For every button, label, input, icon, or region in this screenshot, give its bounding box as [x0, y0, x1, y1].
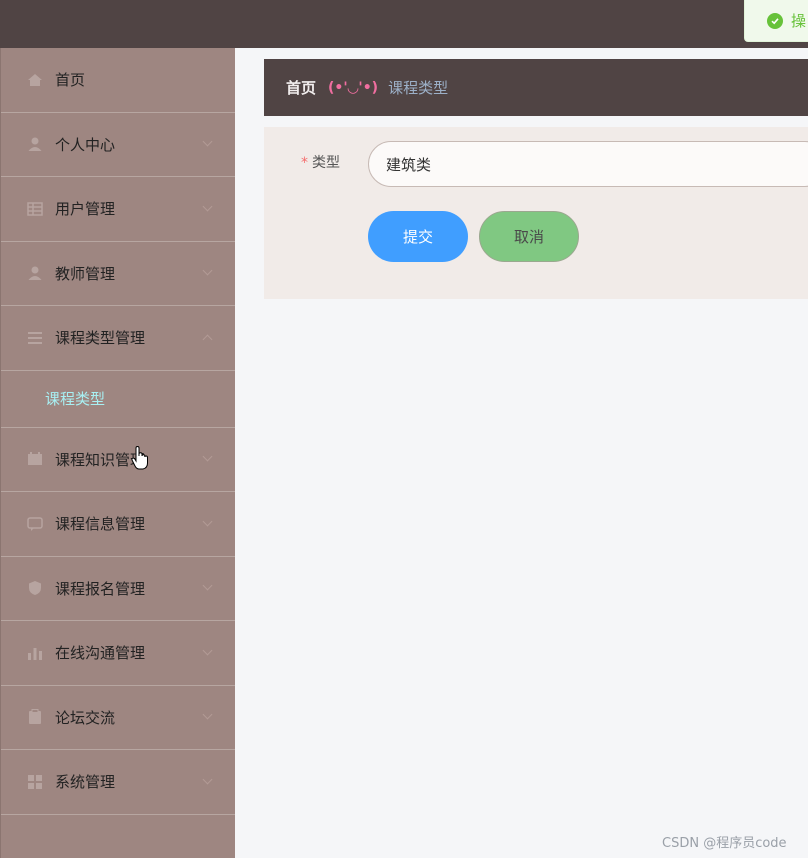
sidebar-item-label: 首页: [55, 71, 86, 90]
apps-icon: [27, 774, 43, 790]
sidebar-item-home[interactable]: 首页: [1, 48, 235, 113]
form-panel: * 类型 建筑类 提交 取消: [264, 127, 808, 299]
sidebar-item-forum[interactable]: 论坛交流: [1, 686, 235, 750]
sidebar-item-label: 系统管理: [55, 773, 116, 792]
list-icon: [27, 330, 43, 346]
user-icon: [27, 136, 43, 152]
sidebar-item-course-types[interactable]: 课程类型管理: [1, 306, 235, 371]
sidebar-item-label: 论坛交流: [55, 708, 116, 727]
chevron-down-icon: [202, 451, 213, 462]
chevron-down-icon: [202, 136, 213, 147]
check-circle-icon: [767, 12, 783, 29]
sidebar-item-label: 在线沟通管理: [55, 644, 146, 663]
clipboard-icon: [27, 709, 43, 725]
breadcrumb-kaomoji: (•'◡'•): [328, 79, 379, 96]
chevron-down-icon: [202, 774, 213, 785]
sidebar-item-teachers[interactable]: 教师管理: [1, 242, 235, 306]
sidebar-item-system[interactable]: 系统管理: [1, 750, 235, 815]
breadcrumb-home[interactable]: 首页: [286, 77, 316, 98]
sidebar-item-profile[interactable]: 个人中心: [1, 113, 235, 177]
success-toast: 操: [744, 0, 808, 42]
chat-icon: [27, 516, 43, 532]
chevron-down-icon: [202, 709, 213, 720]
top-bar: [0, 0, 808, 48]
hand-cursor-icon: [131, 446, 148, 470]
sidebar-item-online-chat[interactable]: 在线沟通管理: [1, 621, 235, 686]
cancel-button[interactable]: 取消: [479, 211, 579, 262]
sidebar: 首页 个人中心 用户管理 教师管理 课程类型管理 课程类型 课程知识管理 课程信…: [0, 48, 235, 858]
watermark: CSDN @程序员code: [662, 836, 787, 851]
type-input-value: 建筑类: [386, 155, 432, 174]
type-label: * 类型: [264, 152, 354, 172]
sidebar-item-label: 课程类型管理: [55, 329, 146, 348]
grid-icon: [27, 201, 43, 217]
chevron-down-icon: [202, 516, 213, 527]
sidebar-item-course-knowledge[interactable]: 课程知识管理: [1, 428, 235, 492]
type-label-text: 类型: [312, 155, 340, 171]
sidebar-item-label: 课程报名管理: [55, 579, 146, 598]
type-form-row: * 类型 建筑类: [264, 141, 808, 187]
shield-icon: [27, 580, 43, 596]
sidebar-item-course-info[interactable]: 课程信息管理: [1, 492, 235, 557]
chevron-down-icon: [202, 645, 213, 656]
sidebar-item-course-enrollment[interactable]: 课程报名管理: [1, 557, 235, 621]
submit-button[interactable]: 提交: [368, 211, 468, 262]
bar-chart-icon: [27, 645, 43, 661]
chevron-down-icon: [202, 580, 213, 591]
sidebar-item-label: 教师管理: [55, 264, 116, 283]
chevron-down-icon: [202, 201, 213, 212]
person-icon: [27, 265, 43, 281]
required-mark: *: [301, 155, 308, 171]
sidebar-item-users[interactable]: 用户管理: [1, 177, 235, 242]
sidebar-item-label: 用户管理: [55, 200, 116, 219]
toast-text: 操: [791, 12, 807, 30]
sidebar-subitem-label: 课程类型: [45, 390, 106, 408]
home-icon: [27, 72, 43, 88]
breadcrumb: 首页 (•'◡'•) 课程类型: [264, 59, 808, 116]
breadcrumb-current: 课程类型: [388, 79, 449, 97]
sidebar-item-label: 课程信息管理: [55, 515, 146, 534]
type-input[interactable]: 建筑类: [368, 141, 808, 187]
sidebar-subitem-course-type[interactable]: 课程类型: [1, 371, 235, 428]
chevron-down-icon: [202, 265, 213, 276]
calendar-icon: [27, 451, 43, 467]
chevron-up-icon: [202, 334, 213, 345]
sidebar-item-label: 个人中心: [55, 135, 116, 154]
